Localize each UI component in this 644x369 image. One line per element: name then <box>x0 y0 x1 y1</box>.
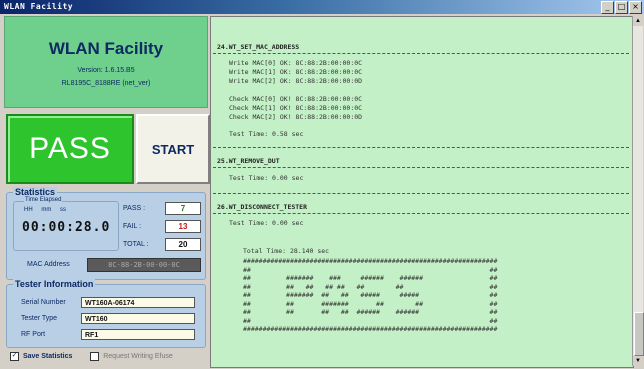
result-status-text: PASS <box>29 132 111 165</box>
time-elapsed-value: 00:00:28.0 <box>22 220 111 235</box>
log-output-panel[interactable]: 24.WT_SET_MAC_ADDRESS Write MAC[0] OK: 8… <box>210 16 634 368</box>
log-line: Write MAC[1] OK: 8C:88:2B:00:00:0C <box>229 68 363 76</box>
time-units-label: HH mm ss <box>24 207 66 213</box>
ascii-pass-banner: ########################################… <box>243 257 498 333</box>
statistics-group: Statistics Time Elapsed HH mm ss 00:00:2… <box>6 187 206 280</box>
log-line: Write MAC[2] OK: 8C:88:2B:00:00:0D <box>229 77 363 85</box>
request-writing-efuse-checkbox[interactable] <box>90 352 100 361</box>
log-separator <box>213 213 629 214</box>
log-line: Check MAC[0] OK! 8C:88:2B:00:00:0C <box>229 95 363 103</box>
fail-count-value: 13 <box>165 220 201 233</box>
total-count-value: 20 <box>165 238 201 251</box>
log-separator <box>213 193 629 194</box>
result-status-box: PASS <box>6 114 134 184</box>
log-separator <box>213 147 629 148</box>
tester-type-field[interactable]: WT160 <box>81 313 195 324</box>
total-count-label: TOTAL : <box>123 241 149 248</box>
version-label: Version: 1.6.15.B5 <box>77 67 135 74</box>
serial-number-field[interactable]: WT160A-06174 <box>81 297 195 308</box>
window-controls: _ □ × <box>601 1 642 14</box>
time-elapsed-box: Time Elapsed HH mm ss 00:00:28.0 <box>13 197 119 251</box>
app-header-panel: WLAN Facility Version: 1.6.15.B5 RL8195C… <box>4 16 208 108</box>
rf-port-field[interactable]: RF1 <box>81 329 195 340</box>
log-line: Write MAC[0] OK: 8C:88:2B:00:00:0C <box>229 59 363 67</box>
maximize-button[interactable]: □ <box>615 1 628 14</box>
serial-number-label: Serial Number <box>21 299 66 306</box>
log-section-title: 24.WT_SET_MAC_ADDRESS <box>217 43 300 51</box>
pass-count-label: PASS : <box>123 205 146 212</box>
scroll-up-arrow-icon[interactable]: ▲ <box>633 16 643 26</box>
save-statistics-label: Save Statistics <box>22 353 73 360</box>
window-title: WLAN Facility <box>4 2 74 11</box>
scroll-down-arrow-icon[interactable]: ▼ <box>633 356 643 366</box>
left-panel: WLAN Facility Version: 1.6.15.B5 RL8195C… <box>4 16 210 366</box>
scroll-thumb[interactable] <box>634 312 644 356</box>
log-section-title: 26.WT_DISCONNECT_TESTER <box>217 203 308 211</box>
tester-information-title: Tester Information <box>13 279 96 289</box>
log-line: Check MAC[2] OK! 8C:88:2B:00:00:0D <box>229 113 363 121</box>
chip-label: RL8195C_8188RE (net_ver) <box>61 80 151 87</box>
log-line: Test Time: 0.00 sec <box>229 219 304 227</box>
rf-port-label: RF Port <box>21 331 46 338</box>
time-elapsed-label: Time Elapsed <box>24 197 63 203</box>
pass-count-value: 7 <box>165 202 201 215</box>
minimize-button[interactable]: _ <box>601 1 614 14</box>
log-section-title: 25.WT_REMOVE_DUT <box>217 157 280 165</box>
mac-address-label: MAC Address <box>27 261 70 268</box>
tester-type-label: Tester Type <box>21 315 58 322</box>
mac-address-value: 8C-88-2B-00-00-0C <box>87 258 201 272</box>
log-total-time: Total Time: 28.140 sec <box>243 247 330 255</box>
start-button[interactable]: START <box>136 114 210 184</box>
save-statistics-checkbox[interactable]: ✓ <box>10 352 19 361</box>
request-writing-efuse-label: Request Writing Efuse <box>103 353 173 360</box>
close-button[interactable]: × <box>629 1 642 14</box>
log-line: Test Time: 0.00 sec <box>229 174 304 182</box>
log-line: Test Time: 0.58 sec <box>229 130 304 138</box>
options-row: ✓ Save Statistics Request Writing Efuse <box>10 352 206 364</box>
log-line: Check MAC[1] OK! 8C:88:2B:00:00:0C <box>229 104 363 112</box>
log-scrollbar[interactable]: ▲ ▼ <box>632 16 644 366</box>
log-separator <box>213 53 629 54</box>
log-separator <box>213 167 629 168</box>
statistics-title: Statistics <box>13 187 58 197</box>
tester-information-group: Tester Information Serial Number WT160A-… <box>6 279 206 348</box>
app-title: WLAN Facility <box>48 39 164 58</box>
title-bar: WLAN Facility _ □ × <box>0 0 644 14</box>
fail-count-label: FAIL : <box>123 223 142 230</box>
